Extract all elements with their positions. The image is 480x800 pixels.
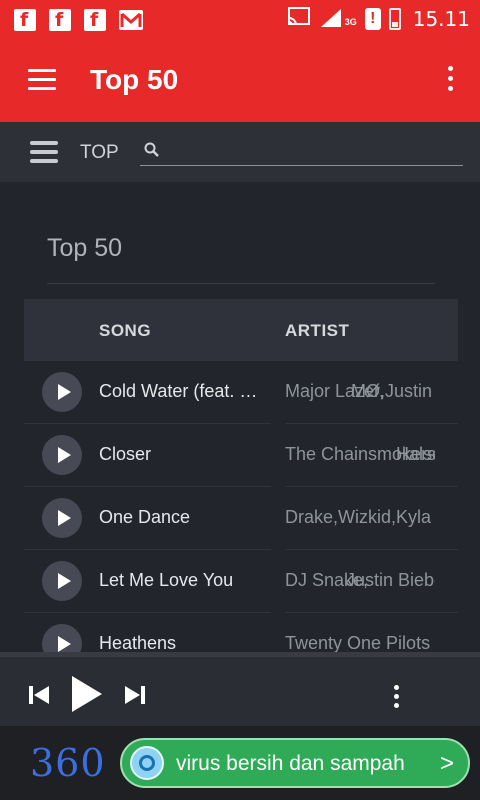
table-header: SONG ARTIST — [24, 299, 458, 361]
facebook-icon: f — [49, 9, 71, 31]
shield-orb-icon — [130, 746, 164, 780]
search-icon[interactable] — [144, 142, 160, 163]
song-title: Cold Water (feat. Justin Bieber & MØ) — [99, 381, 264, 401]
ad-logo: 360 — [30, 741, 106, 785]
play-icon[interactable] — [42, 624, 82, 652]
column-header-artist[interactable]: ARTIST — [285, 321, 349, 341]
table-row[interactable]: Closer The Chainsmokers, Halsey — [24, 424, 458, 487]
artist-name: Major Lazer, MØ,Justin Bieber — [285, 381, 435, 402]
toolbar-label: TOP — [80, 142, 119, 163]
song-title: Heathens — [99, 633, 177, 652]
next-icon[interactable] — [124, 685, 146, 710]
page-title: Top 50 — [90, 64, 179, 95]
battery-icon — [388, 7, 401, 30]
divider — [47, 283, 435, 284]
table-row[interactable]: Heathens Twenty One Pilots — [24, 613, 458, 652]
play-pause-icon[interactable] — [70, 675, 104, 718]
status-bar: f f f 3G ! 15.11 — [0, 0, 480, 40]
facebook-icon: f — [14, 9, 36, 31]
more-options-icon[interactable] — [446, 66, 454, 96]
search-input[interactable] — [166, 136, 460, 166]
artist-name: The Chainsmokers, Halsey — [285, 444, 435, 465]
play-icon[interactable] — [42, 498, 82, 538]
artist-name: Drake,Wizkid,Kyla — [285, 507, 432, 527]
artist-name: Twenty One Pilots — [285, 633, 431, 652]
app-bar: Top 50 — [0, 40, 480, 122]
list-menu-icon[interactable] — [30, 141, 58, 163]
network-type: 3G — [344, 16, 357, 27]
ad-banner[interactable]: 360 virus bersih dan sampah > — [0, 726, 480, 800]
column-header-song[interactable]: SONG — [99, 321, 151, 341]
signal-icon: 3G — [319, 7, 357, 31]
artist-overlap: Halsey — [396, 444, 435, 464]
song-title: Closer — [99, 444, 152, 464]
ad-button[interactable]: virus bersih dan sampah > — [120, 738, 470, 788]
ad-text: virus bersih dan sampah — [176, 752, 405, 775]
menu-icon[interactable] — [28, 69, 56, 91]
chevron-right-icon: > — [439, 750, 454, 777]
table-row[interactable]: Let Me Love You DJ Snake, Justin Bieber — [24, 550, 458, 613]
artist-overlap: MØ,Justin Bieber — [351, 381, 435, 401]
table-row[interactable]: One Dance Drake,Wizkid,Kyla — [24, 487, 458, 550]
artist-name: DJ Snake, Justin Bieber — [285, 570, 435, 591]
main-content: Top 50 SONG ARTIST Cold Water (feat. Jus… — [0, 182, 480, 652]
clock: 15.11 — [412, 6, 470, 31]
previous-icon[interactable] — [28, 685, 50, 710]
player-bar — [0, 652, 480, 726]
notification-icons: f f f — [14, 9, 143, 31]
artist-overlap: Justin Bieber — [346, 570, 435, 590]
section-title: Top 50 — [47, 234, 123, 262]
play-icon[interactable] — [42, 561, 82, 601]
play-icon[interactable] — [42, 372, 82, 412]
song-title: One Dance — [99, 507, 191, 527]
song-title: Let Me Love You — [99, 570, 234, 590]
play-icon[interactable] — [42, 435, 82, 475]
search-underline — [140, 165, 463, 166]
cast-icon — [287, 6, 311, 31]
table-row[interactable]: Cold Water (feat. Justin Bieber & MØ) Ma… — [24, 361, 458, 424]
player-more-icon[interactable] — [394, 685, 399, 712]
facebook-icon: f — [84, 9, 106, 31]
gmail-icon — [119, 10, 143, 30]
search-toolbar: TOP — [0, 122, 480, 182]
alert-icon: ! — [364, 7, 381, 30]
